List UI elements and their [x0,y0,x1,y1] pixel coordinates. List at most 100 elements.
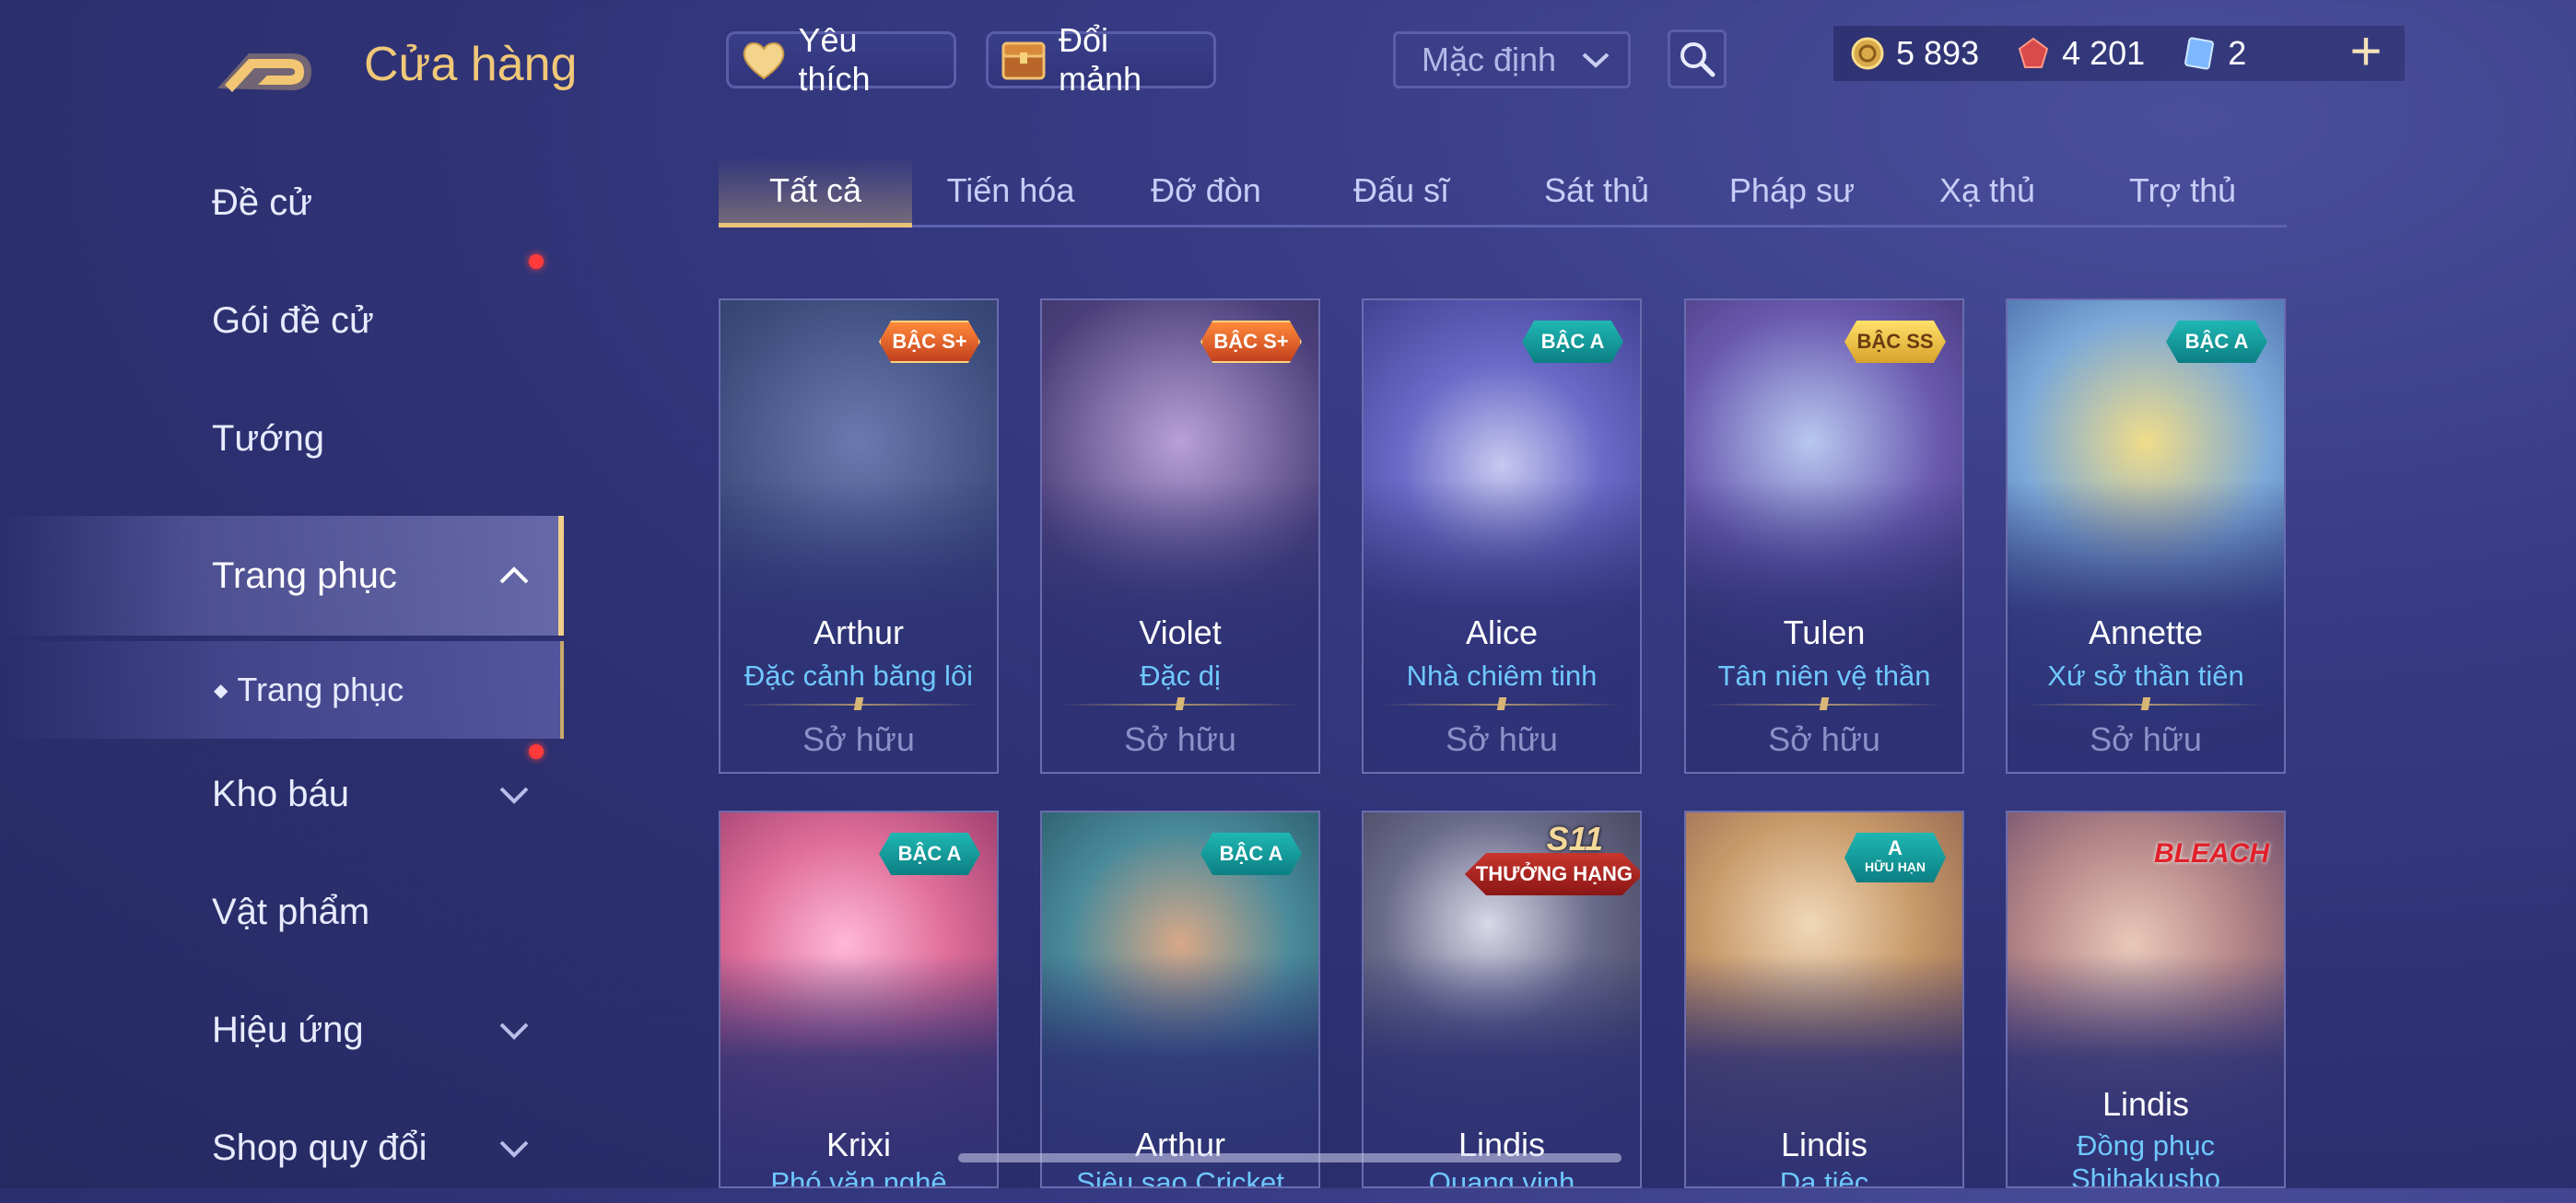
exchange-fragments-button[interactable]: Đổi mảnh [986,21,1216,98]
sidebar-item-recommended[interactable]: Đề cử [0,147,564,258]
season-badge-label: THƯỞNG HẠNG [1475,862,1633,885]
search-icon [1680,42,1715,77]
chevron-up-icon [499,566,529,584]
sidebar-item-items[interactable]: Vật phẩm [0,857,564,967]
sidebar-item-label: Trang phục [237,671,404,708]
sidebar-item-label: Đề cử [212,181,313,223]
heart-icon [738,36,789,84]
skin-card[interactable]: BẬC A Annette Xứ sở thần tiên Sở hữu [2006,298,2286,774]
chevron-down-icon [499,1140,529,1158]
skin-card[interactable]: BLEACH Lindis Đồng phục Shihakusho [2006,811,2286,1188]
skin-name: Phó văn nghệ [770,1166,947,1188]
tab-tank[interactable]: Đỡ đòn [1109,157,1303,225]
skin-card[interactable]: BẬC SS Tulen Tân niên vệ thần Sở hữu [1684,298,1964,774]
sort-value: Mặc định [1422,41,1557,78]
tab-fighter[interactable]: Đấu sĩ [1305,157,1498,225]
sidebar-item-recommended-bundles[interactable]: Gói đề cử [0,254,564,376]
sidebar-item-heroes[interactable]: Tướng [0,383,564,494]
divider [1060,704,1300,706]
skin-name: Siêu sao Cricket [1076,1166,1284,1188]
ticket-currency: 2 [2182,34,2246,73]
sidebar-item-label: Hiệu ứng [212,1009,364,1050]
tier-badge: BẬC S+ [1200,321,1302,363]
skin-name: Đặc dị [1140,660,1221,692]
divider [1704,704,1944,706]
skin-card[interactable]: THƯỞNG HẠNG S11 Lindis Quang vinh [1362,811,1642,1188]
tier-badge: BẬC A [1522,321,1623,363]
notification-dot [529,254,544,269]
skin-card[interactable]: BẬC S+ Arthur Đặc cảnh băng lôi Sở hữu [719,298,999,774]
hero-name: Tulen [1783,613,1866,651]
gold-currency: 5 893 [1850,34,1979,73]
chevron-down-icon [499,1022,529,1040]
tab-assassin[interactable]: Sát thủ [1500,157,1693,225]
hero-name: Krixi [826,1126,891,1163]
sidebar-item-effects[interactable]: Hiệu ứng [0,975,564,1085]
ticket-amount: 2 [2228,34,2247,72]
hero-name: Lindis [1780,1126,1868,1163]
owned-status: Sở hữu [1446,720,1558,758]
hero-name: Annette [2088,613,2204,651]
skin-card[interactable]: BẬC A Krixi Phó văn nghệ [719,811,999,1188]
sidebar-item-treasure[interactable]: Kho báu [0,739,564,849]
limited-badge: A HỮU HẠN [1844,833,1946,882]
sidebar-item-label: Tướng [212,417,324,459]
owned-status: Sở hữu [802,720,915,758]
chevron-down-icon [499,787,529,804]
season-number: S11 [1546,820,1603,858]
tab-all[interactable]: Tất cả [719,157,912,228]
limited-label: HỮU HẠN [1864,859,1926,874]
skin-card[interactable]: A HỮU HẠN Lindis Dạ tiệc [1684,811,1964,1188]
sidebar: Đề cử Gói đề cử Tướng Trang phục ◆ Trang… [0,147,564,1188]
add-currency-button[interactable]: + [2340,24,2392,79]
back-arrow-icon [217,53,311,92]
hero-name: Violet [1139,613,1222,651]
tier-letter: A [1888,836,1903,859]
sidebar-item-label: Kho báu [212,773,350,814]
sidebar-item-label: Vật phẩm [212,891,370,932]
sidebar-item-exchange-shop[interactable]: Shop quy đổi [0,1092,564,1203]
home-indicator[interactable] [958,1153,1622,1162]
red-gem-icon [2018,37,2049,68]
sidebar-item-label: Gói đề cử [212,299,374,341]
divider [2026,704,2266,706]
skin-name: Dạ tiệc [1779,1166,1869,1188]
tab-mage[interactable]: Pháp sư [1695,157,1889,225]
owned-status: Sở hữu [1768,720,1880,758]
skin-name: Tân niên vệ thần [1717,660,1931,692]
back-button[interactable] [212,35,321,99]
gem-amount: 4 201 [2062,34,2146,72]
tab-marksman[interactable]: Xạ thủ [1891,157,2084,225]
search-button[interactable] [1668,29,1727,88]
tier-badge: BẬC SS [1844,321,1946,363]
exchange-label: Đổi mảnh [1059,21,1142,98]
owned-status: Sở hữu [1124,720,1236,758]
divider [1382,704,1622,706]
sidebar-item-label: Trang phục [212,555,397,596]
divider [739,704,978,706]
tab-evolution[interactable]: Tiến hóa [914,157,1107,225]
skin-name: Nhà chiêm tinh [1406,660,1598,692]
skin-name: Đặc cảnh băng lôi [744,660,974,692]
gold-amount: 5 893 [1896,34,1980,72]
sidebar-item-label: Shop quy đổi [212,1127,427,1168]
tab-support[interactable]: Trợ thủ [2086,157,2279,225]
skin-card[interactable]: BẬC A Arthur Siêu sao Cricket [1040,811,1320,1188]
hero-name: Alice [1465,613,1539,651]
ticket-icon [2184,37,2215,70]
skin-card[interactable]: BẬC A Alice Nhà chiêm tinh Sở hữu [1362,298,1642,774]
gold-coin-icon [1851,37,1884,70]
favorites-label: Yêu thích [798,21,871,98]
sidebar-item-costumes[interactable]: Trang phục [0,516,564,636]
skin-card[interactable]: BẬC S+ Violet Đặc dị Sở hữu [1040,298,1320,774]
diamond-bullet-icon: ◆ [214,680,228,701]
sidebar-subitem-costumes[interactable]: ◆ Trang phục [0,641,564,739]
favorites-button[interactable]: Yêu thích [726,21,956,98]
plus-icon: + [2349,20,2383,82]
season-rank-badge: THƯỞNG HẠNG [1464,853,1640,895]
sort-dropdown[interactable]: Mặc định [1393,31,1631,88]
page-title: Cửa hàng [364,38,578,91]
gem-currency: 4 201 [2016,34,2145,73]
tier-badge: BẬC A [2166,321,2267,363]
category-tabs: Tất cả Tiến hóa Đỡ đòn Đấu sĩ Sát thủ Ph… [719,157,2287,228]
